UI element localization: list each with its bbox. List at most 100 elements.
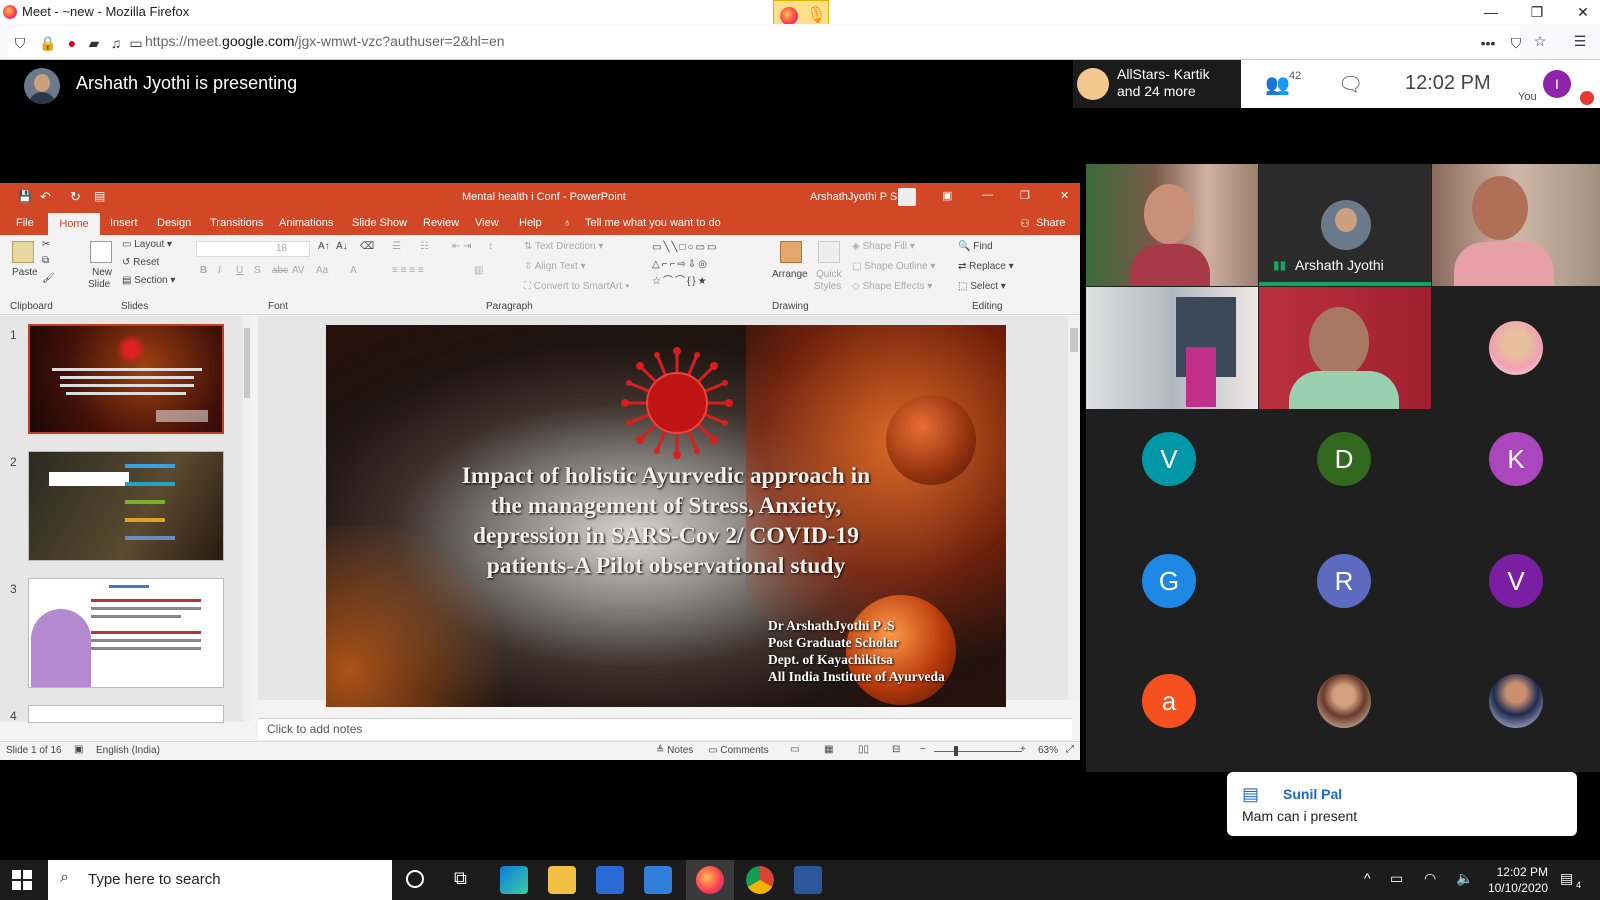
url-text[interactable]: https://meet.google.com/jgx-wmwt-vzc?aut… <box>145 33 505 49</box>
new-slide-icon[interactable] <box>90 241 112 263</box>
participant-tile[interactable]: D <box>1259 410 1431 532</box>
others-summary[interactable]: AllStars- Kartik and 24 more <box>1073 60 1241 108</box>
participant-tile[interactable]: R <box>1259 532 1431 654</box>
tray-clock[interactable]: 12:02 PM 10/10/2020 <box>1480 864 1548 896</box>
tab-file[interactable]: File <box>16 217 34 229</box>
new-slide-label-1[interactable]: New <box>92 267 112 278</box>
self-avatar[interactable]: I <box>1543 70 1571 98</box>
slide-thumbnail-2[interactable] <box>28 451 224 561</box>
line-spacing-icon[interactable]: ↕ <box>488 241 493 252</box>
char-spacing-icon[interactable]: AV <box>292 265 305 276</box>
slideshow-view-icon[interactable]: ⊟ <box>892 744 900 755</box>
language-label[interactable]: English (India) <box>96 745 160 756</box>
quick-styles-label-1[interactable]: Quick <box>816 269 842 280</box>
undo-icon[interactable]: ↶ <box>40 189 51 205</box>
save-icon[interactable]: 💾 <box>18 190 32 203</box>
italic-icon[interactable]: I <box>218 265 221 276</box>
change-case-icon[interactable]: Aa <box>316 265 328 276</box>
cortana-icon[interactable] <box>406 870 424 888</box>
reset-button[interactable]: ↺ Reset <box>122 257 159 268</box>
indent-icon[interactable]: ⇤ ⇥ <box>452 241 472 252</box>
shape-effects-button[interactable]: ◇ Shape Effects ▾ <box>852 281 932 292</box>
file-explorer-icon[interactable] <box>548 866 576 894</box>
tab-review[interactable]: Review <box>423 217 459 229</box>
align-text-button[interactable]: ⇳ Align Text ▾ <box>524 261 586 272</box>
shield-icon[interactable]: ⛉ <box>10 34 30 52</box>
tab-animations[interactable]: Animations <box>279 217 333 229</box>
chat-icon[interactable]: 🗨 <box>1338 72 1363 97</box>
font-size-input[interactable]: 18 <box>276 243 287 254</box>
slide-thumbnail-4[interactable] <box>28 705 224 723</box>
shape-fill-button[interactable]: ◈ Shape Fill ▾ <box>852 241 915 252</box>
quick-styles-label-2[interactable]: Styles <box>814 281 841 292</box>
cut-icon[interactable]: ✂ <box>42 239 50 250</box>
user-avatar[interactable] <box>898 188 916 206</box>
reading-view-icon[interactable]: ▯▯ <box>858 744 869 755</box>
redo-icon[interactable]: ↻ <box>70 189 81 205</box>
shrink-font-icon[interactable]: A↓ <box>336 241 348 252</box>
participant-tile[interactable]: G <box>1086 532 1258 654</box>
taskbar-search-box[interactable]: ⌕ Type here to search <box>48 860 392 900</box>
participant-tile-presenter[interactable]: ▮▮ Arshath Jyothi <box>1259 164 1431 286</box>
participant-tile[interactable]: V <box>1086 410 1258 532</box>
slide-thumbnail-1[interactable] <box>28 324 224 434</box>
camera-blocked-icon[interactable]: ▰ <box>84 34 104 52</box>
shapes-gallery[interactable]: ▭╲╲□○▭▭ △⌐⌐⇨⇩◎ ☆⌒⌒{}★ <box>652 239 762 290</box>
page-actions-icon[interactable]: ••• <box>1478 34 1498 52</box>
tab-slide-show[interactable]: Slide Show <box>352 217 407 229</box>
volume-icon[interactable]: 🔈 <box>1456 870 1473 887</box>
strikethrough-icon[interactable]: abc <box>272 265 288 276</box>
close-icon[interactable]: ✕ <box>1560 0 1600 24</box>
participant-video[interactable] <box>1259 287 1431 409</box>
zoom-slider-thumb[interactable] <box>954 746 958 756</box>
shadow-icon[interactable]: S <box>254 265 261 276</box>
zoom-slider[interactable] <box>934 751 1022 752</box>
tab-home[interactable]: Home <box>48 213 100 235</box>
participant-tile[interactable] <box>1432 287 1600 409</box>
participant-tile[interactable]: K <box>1432 410 1600 532</box>
bold-icon[interactable]: B <box>200 265 207 276</box>
ppt-minimize-icon[interactable]: — <box>982 189 993 201</box>
select-button[interactable]: ⬚ Select ▾ <box>958 281 1006 292</box>
text-direction-button[interactable]: ⇅ Text Direction ▾ <box>524 241 603 252</box>
mail-icon[interactable] <box>644 866 672 894</box>
bullets-icon[interactable]: ☰ <box>392 241 401 252</box>
grow-font-icon[interactable]: A↑ <box>318 241 330 252</box>
url-bar[interactable]: ⛉ 🔒 ● ▰ ♫ ▭ https://meet.google.com/jgx-… <box>8 27 1521 57</box>
paste-button[interactable]: Paste <box>12 267 38 278</box>
autoplay-icon[interactable]: ♫ <box>106 34 126 52</box>
share-button[interactable]: Share <box>1036 217 1065 229</box>
lock-icon[interactable]: 🔒 <box>38 34 58 52</box>
slide-sorter-icon[interactable]: ▦ <box>824 744 833 755</box>
current-slide[interactable]: Impact of holistic Ayurvedic approach in… <box>326 325 1006 707</box>
store-icon[interactable] <box>596 866 624 894</box>
notes-toggle[interactable]: ≜ Notes <box>656 745 693 756</box>
ribbon-display-icon[interactable]: ▣ <box>942 189 952 202</box>
tell-me-search[interactable]: Tell me what you want to do <box>585 217 721 229</box>
fit-slide-icon[interactable]: ⤢ <box>1066 744 1074 755</box>
clear-format-icon[interactable]: ⌫ <box>360 241 374 252</box>
replace-button[interactable]: ⇄ Replace ▾ <box>958 261 1014 272</box>
slide-scrollbar[interactable] <box>1068 316 1080 700</box>
tab-insert[interactable]: Insert <box>110 217 138 229</box>
paste-icon[interactable] <box>12 241 34 263</box>
chrome-icon[interactable] <box>746 866 774 894</box>
shape-outline-button[interactable]: ▢ Shape Outline ▾ <box>852 261 935 272</box>
numbering-icon[interactable]: ☷ <box>420 241 429 252</box>
find-button[interactable]: 🔍 Find <box>958 241 993 252</box>
underline-icon[interactable]: U <box>236 265 243 276</box>
arrange-icon[interactable] <box>780 241 802 263</box>
quick-styles-icon[interactable] <box>818 241 840 263</box>
battery-icon[interactable]: ▭ <box>1390 870 1403 887</box>
copy-icon[interactable]: ⧉ <box>42 255 49 266</box>
format-painter-icon[interactable]: 🖌 <box>42 273 55 284</box>
edge-icon[interactable] <box>500 866 528 894</box>
layout-button[interactable]: ▭ Layout ▾ <box>122 239 172 250</box>
zoom-in-icon[interactable]: + <box>1020 744 1026 755</box>
section-button[interactable]: ▤ Section ▾ <box>122 275 175 286</box>
ppt-maximize-icon[interactable]: ❐ <box>1020 189 1030 202</box>
ppt-close-icon[interactable]: ✕ <box>1060 189 1069 202</box>
tab-view[interactable]: View <box>475 217 499 229</box>
participant-tile[interactable] <box>1432 654 1600 772</box>
menu-icon[interactable]: ☰ <box>1570 32 1590 50</box>
